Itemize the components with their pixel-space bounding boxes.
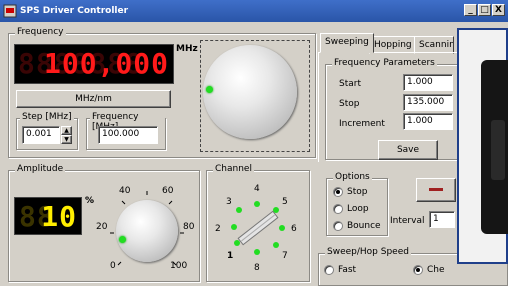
- start-sweep-button[interactable]: [416, 178, 456, 202]
- main-window: SPS Driver Controller _ □ X Frequency 88…: [0, 0, 508, 286]
- frequency-knob[interactable]: [203, 45, 297, 139]
- camera-preview-window: [457, 28, 508, 264]
- channel-1-label: 1: [227, 251, 234, 261]
- frequency-group-label: Frequency: [15, 27, 66, 37]
- amplitude-digits: 10: [41, 200, 77, 233]
- speed-fast-label[interactable]: Fast: [338, 265, 356, 275]
- frequency-knob-indicator: [206, 86, 213, 93]
- amplitude-unit: %: [85, 196, 95, 206]
- interval-label: Interval: [390, 216, 425, 226]
- stop-input[interactable]: 135.000: [403, 94, 453, 111]
- channel-3-label: 3: [226, 197, 232, 207]
- channel-5-label: 5: [282, 197, 288, 207]
- frequency-parameters-label: Frequency Parameters: [332, 58, 437, 68]
- close-button[interactable]: X: [492, 4, 505, 16]
- mhz-nm-button[interactable]: MHz/nm: [16, 90, 171, 108]
- frequency-input[interactable]: 100.000: [98, 126, 158, 144]
- option-stop-label[interactable]: Stop: [347, 187, 367, 197]
- save-button[interactable]: Save: [378, 140, 438, 160]
- stop-label: Stop: [339, 99, 360, 109]
- maximize-button[interactable]: □: [478, 4, 491, 16]
- camera-device-highlight: [491, 120, 505, 180]
- option-bounce-radio[interactable]: [333, 221, 343, 231]
- speed-check-label[interactable]: Che: [427, 265, 445, 275]
- start-input[interactable]: 1.000: [403, 74, 453, 91]
- speed-check-radio[interactable]: [413, 265, 423, 275]
- channel-6-label: 6: [291, 224, 297, 234]
- frequency-unit: MHz: [176, 44, 198, 54]
- option-loop-radio[interactable]: [333, 204, 343, 214]
- tab-sweeping[interactable]: Sweeping: [320, 33, 374, 53]
- frequency-digits: 100,000: [43, 47, 169, 80]
- frequency-display: 8888888 100,000: [14, 44, 174, 84]
- step-input[interactable]: 0.001: [22, 126, 60, 144]
- amplitude-ticks: [110, 191, 184, 266]
- step-up-button[interactable]: ▲: [61, 126, 72, 135]
- app-icon: [3, 4, 17, 18]
- option-loop-label[interactable]: Loop: [347, 204, 369, 214]
- amplitude-group-label: Amplitude: [15, 164, 66, 174]
- channel-4-label: 4: [254, 184, 260, 194]
- amplitude-display: 88 10: [14, 197, 82, 235]
- channel-group-label: Channel: [213, 164, 254, 174]
- option-stop-radio[interactable]: [333, 187, 343, 197]
- speed-group-label: Sweep/Hop Speed: [325, 247, 411, 257]
- window-title: SPS Driver Controller: [20, 6, 129, 16]
- channel-2-label: 2: [215, 224, 221, 234]
- options-group-label: Options: [333, 172, 372, 182]
- title-bar: SPS Driver Controller _ □ X: [0, 0, 508, 22]
- speed-fast-radio[interactable]: [324, 265, 334, 275]
- step-down-button[interactable]: ▼: [61, 135, 72, 144]
- minimize-button[interactable]: _: [464, 4, 477, 16]
- start-sweep-button-mark: [429, 188, 443, 191]
- option-bounce-label[interactable]: Bounce: [347, 221, 381, 231]
- increment-input[interactable]: 1.000: [403, 113, 453, 130]
- interval-input[interactable]: 1: [429, 211, 455, 228]
- channel-7-label: 7: [282, 251, 288, 261]
- camera-device-image: [481, 60, 508, 234]
- increment-label: Increment: [339, 119, 385, 129]
- start-label: Start: [339, 79, 361, 89]
- step-label: Step [MHz]: [20, 112, 74, 122]
- channel-8-label: 8: [254, 263, 260, 273]
